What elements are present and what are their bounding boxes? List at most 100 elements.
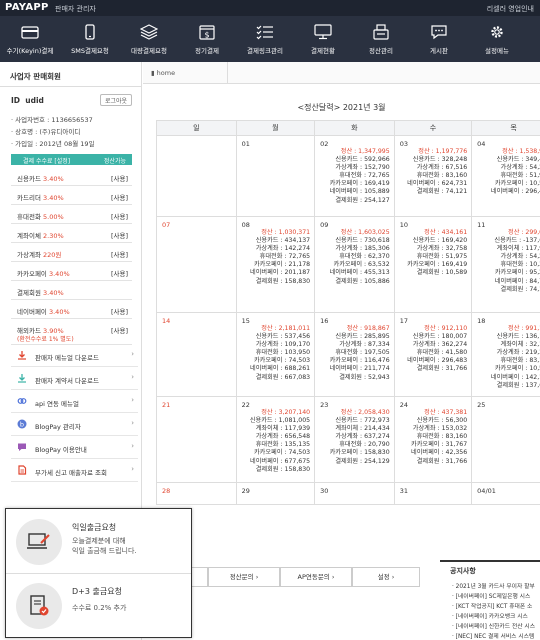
blogpay-admin-link[interactable]: b BlogPay 관리자 › — [11, 413, 138, 436]
notice-item[interactable]: · 2021년 3월 카드사 무이자 할부 — [452, 581, 535, 590]
vat-sales-data-link[interactable]: 부가세 신고 매출자료 조회 › — [11, 459, 138, 482]
menu-payment-link[interactable]: 결제링크관리 — [236, 16, 294, 62]
calendar-day-cell[interactable]: 17 정산 : 912,110 신용카드 : 180,007 가상계좌 : 362,2… — [393, 312, 473, 397]
settlement-line: 카카오페이 : 95,298 — [494, 269, 540, 277]
calendar-day-cell[interactable]: 07 — [156, 216, 237, 313]
menu-recurring-payment[interactable]: $ 정기결제 — [178, 16, 236, 62]
settlement-line: 신용카드 : 180,007 — [412, 333, 468, 341]
sidebar-divider — [0, 86, 142, 87]
bottom-tab[interactable]: 정산문의 › — [208, 567, 280, 587]
calendar-day-cell[interactable]: 04/01 — [471, 482, 540, 505]
menu-settings[interactable]: 설정메뉴 — [468, 16, 526, 62]
calendar-day-cell[interactable]: 11 정산 : 299,086신용카드 : -137,651계좌이체 : 117,… — [471, 216, 540, 313]
settlement-line: 신용카드 : 592,966 — [335, 156, 390, 164]
download-icon — [18, 374, 26, 383]
calendar-day-cell[interactable]: 22 정산 : 3,207,140 신용카드 : 1,081,005 계좌이체 : 1… — [235, 396, 316, 483]
settlement-line: 네이버페이 : 211,774 — [329, 365, 390, 373]
calendar-day-cell[interactable]: 31 — [393, 482, 473, 505]
notice-panel: 공지사항 · 2021년 3월 카드사 무이자 할부 · [네이버페이] SC제… — [440, 560, 540, 640]
calendar-day-cell[interactable]: 08 정산 : 1,030,371 신용카드 : 434,137 가상계좌 : 142… — [235, 216, 316, 313]
menu-payment-status[interactable]: 결제현황 — [294, 16, 352, 62]
calendar-day-cell[interactable]: 15 정산 : 2,181,011 신용카드 : 537,456 가상계좌 : 109… — [235, 312, 316, 397]
calendar-dollar-icon: $ — [199, 25, 215, 40]
calendar-day-cell[interactable]: 28 — [156, 482, 237, 505]
bottom-tab[interactable]: AP연동문의 › — [280, 567, 352, 587]
fee-status: [사용] — [110, 308, 128, 316]
fee-name: 신용카드 — [17, 175, 41, 183]
blogpay-guide-link[interactable]: BlogPay 이용안내 › — [11, 436, 138, 459]
chat-icon — [431, 25, 447, 40]
fee-name: 결제회원 — [17, 289, 41, 297]
business-number: · 사업자번호 : 1136656537 — [11, 116, 93, 124]
settlement-total: 정산 : 918,867 — [346, 325, 390, 332]
calendar-day-cell[interactable]: 14 — [156, 312, 237, 397]
fee-settings-link[interactable]: 결제 수수료 [설정] — [23, 156, 70, 165]
popup-title: D+3 출금요청 — [72, 587, 122, 596]
fee-status: [사용] — [110, 213, 128, 221]
calendar-day-cell[interactable]: 30 — [314, 482, 395, 505]
calendar-day-cell[interactable]: 01 — [235, 135, 316, 217]
payapp-logo[interactable]: PAYAPP — [5, 2, 49, 13]
main-menu: 수기(Keyin)결제 SMS결제요청 대량결제요청 $ 정기결제 결제링크관리… — [0, 16, 540, 62]
calendar-day-cell[interactable]: 09 정산 : 1,603,025 신용카드 : 730,618 가상계좌 : 185… — [314, 216, 395, 313]
notice-item[interactable]: · [네이버페이] 카카오뱅크 시스 — [452, 611, 528, 620]
day-number: 22 — [241, 401, 250, 409]
calendar-day-cell[interactable]: 03 정산 : 1,197,776 신용카드 : 328,248 가상계좌 : 67,… — [393, 135, 473, 217]
menu-sms-payment[interactable]: SMS결제요청 — [60, 16, 120, 62]
calendar-day-cell[interactable]: 29 — [235, 482, 316, 505]
notice-item[interactable]: · [네이버페이] SC제일은행 시스 — [452, 591, 530, 600]
calendar-day-cell[interactable] — [156, 135, 237, 217]
settlement-breakdown: 정산 : 3,207,140 신용카드 : 1,081,005 계좌이체 : 117… — [250, 409, 310, 474]
fee-row: 해외카드 3.90% [사용] (환전수수료 1% 별도) — [11, 319, 132, 345]
settlement-line: 네이버페이 : 201,187 — [250, 269, 311, 277]
fee-name: 네이버페이 — [17, 308, 47, 316]
calendar-day-cell[interactable]: 10 정산 : 434,161 신용카드 : 169,420 가상계좌 : 32,75… — [393, 216, 473, 313]
calendar-day-cell[interactable]: 16 정산 : 918,867 신용카드 : 285,895 가상계좌 : 87,33… — [314, 312, 395, 397]
chevron-right-icon: › — [131, 396, 134, 404]
logout-button[interactable]: 로그아웃 — [100, 94, 132, 106]
notice-item[interactable]: · [KCT 작업공지] KCT 휴대폰 소 — [452, 601, 532, 610]
calendar-day-cell[interactable]: 24 정산 : 437,381 신용카드 : 56,300 가상계좌 : 153,03… — [393, 396, 473, 483]
menu-settlement[interactable]: 정산관리 — [352, 16, 410, 62]
notice-item[interactable]: · [NEC] NEC 결제 서비스 시스템 — [452, 631, 534, 640]
settlement-line: 네이버페이 : 105,889 — [329, 188, 390, 196]
settlement-total: 정산 : 434,161 — [424, 229, 468, 236]
calendar-day-cell[interactable]: 23 정산 : 2,058,430 신용카드 : 772,973 계좌이체 : 214… — [314, 396, 395, 483]
menu-keyin-payment[interactable]: 수기(Keyin)결제 — [0, 16, 60, 62]
menu-board[interactable]: 게시판 — [410, 16, 468, 62]
calendar-week-row: 07 08 정산 : 1,030,371 신용카드 : 434,137 가상계좌 : 1… — [156, 216, 540, 313]
sidebar-title: 사업자 판매회원 — [10, 72, 61, 81]
settlement-line: 신용카드 : 1,081,005 — [249, 417, 311, 425]
api-manual-link[interactable]: api 연동 메뉴얼 › — [11, 390, 138, 413]
next-day-withdrawal-request[interactable]: 익일출금요청 오늘결제분에 대해 익일 출금해 드립니다. — [6, 509, 191, 573]
settlement-line: 결제회원 : 105,886 — [335, 277, 390, 285]
notice-item[interactable]: · [네이버페이] 신한카드 전산 시스 — [452, 621, 535, 630]
d3-withdrawal-request[interactable]: D+3 출금요청 수수료 0.2% 추가 — [6, 573, 191, 637]
fee-status: [사용] — [110, 251, 128, 259]
menu-bulk-payment[interactable]: 대량결제요청 — [120, 16, 178, 62]
chevron-right-icon: › — [255, 573, 259, 581]
popup-title: 익일출금요청 — [72, 523, 117, 532]
settlement-line: 결제회원 : 74,121 — [416, 188, 468, 196]
seller-manual-download-link[interactable]: 판매자 메뉴얼 다운로드 › — [11, 344, 138, 367]
bottom-tab[interactable]: 설정 › — [352, 567, 420, 587]
link-label: BlogPay 이용안내 — [35, 446, 87, 454]
fee-rate: 3.40% — [43, 194, 64, 202]
calendar-day-cell[interactable]: 25 — [471, 396, 540, 483]
calendar-day-cell[interactable]: 04 정산 : 1,538,991신용카드 : 349,427가상계좌 : 54,… — [471, 135, 540, 217]
calendar-day-cell[interactable]: 21 — [156, 396, 237, 483]
breadcrumb[interactable]: ▮ home — [151, 69, 175, 77]
reseller-link[interactable]: 리셀러 영업인내 — [487, 4, 534, 14]
day-number: 10 — [399, 221, 408, 229]
fee-row: 네이버페이 3.40% [사용] — [11, 300, 132, 319]
calendar-day-cell[interactable]: 02 정산 : 1,347,995 신용카드 : 592,966 가상계좌 : 152… — [314, 135, 395, 217]
settlement-total: 정산 : 3,207,140 — [261, 409, 311, 416]
calendar-day-cell[interactable]: 18 정산 : 991,100신용카드 : 136,178계좌이체 : 32,16… — [471, 312, 540, 397]
day-number: 25 — [477, 401, 486, 409]
settlement-breakdown: 정산 : 1,197,776 신용카드 : 328,248 가상계좌 : 67,51… — [407, 148, 467, 197]
seller-contract-download-link[interactable]: 판매자 계약서 다운로드 › — [11, 367, 138, 390]
chevron-right-icon: › — [331, 573, 335, 581]
fee-rate: 3.40% — [48, 308, 70, 316]
tab-label: 설정 — [377, 573, 390, 581]
settlement-total: 정산 : 1,538,991 — [502, 148, 540, 155]
